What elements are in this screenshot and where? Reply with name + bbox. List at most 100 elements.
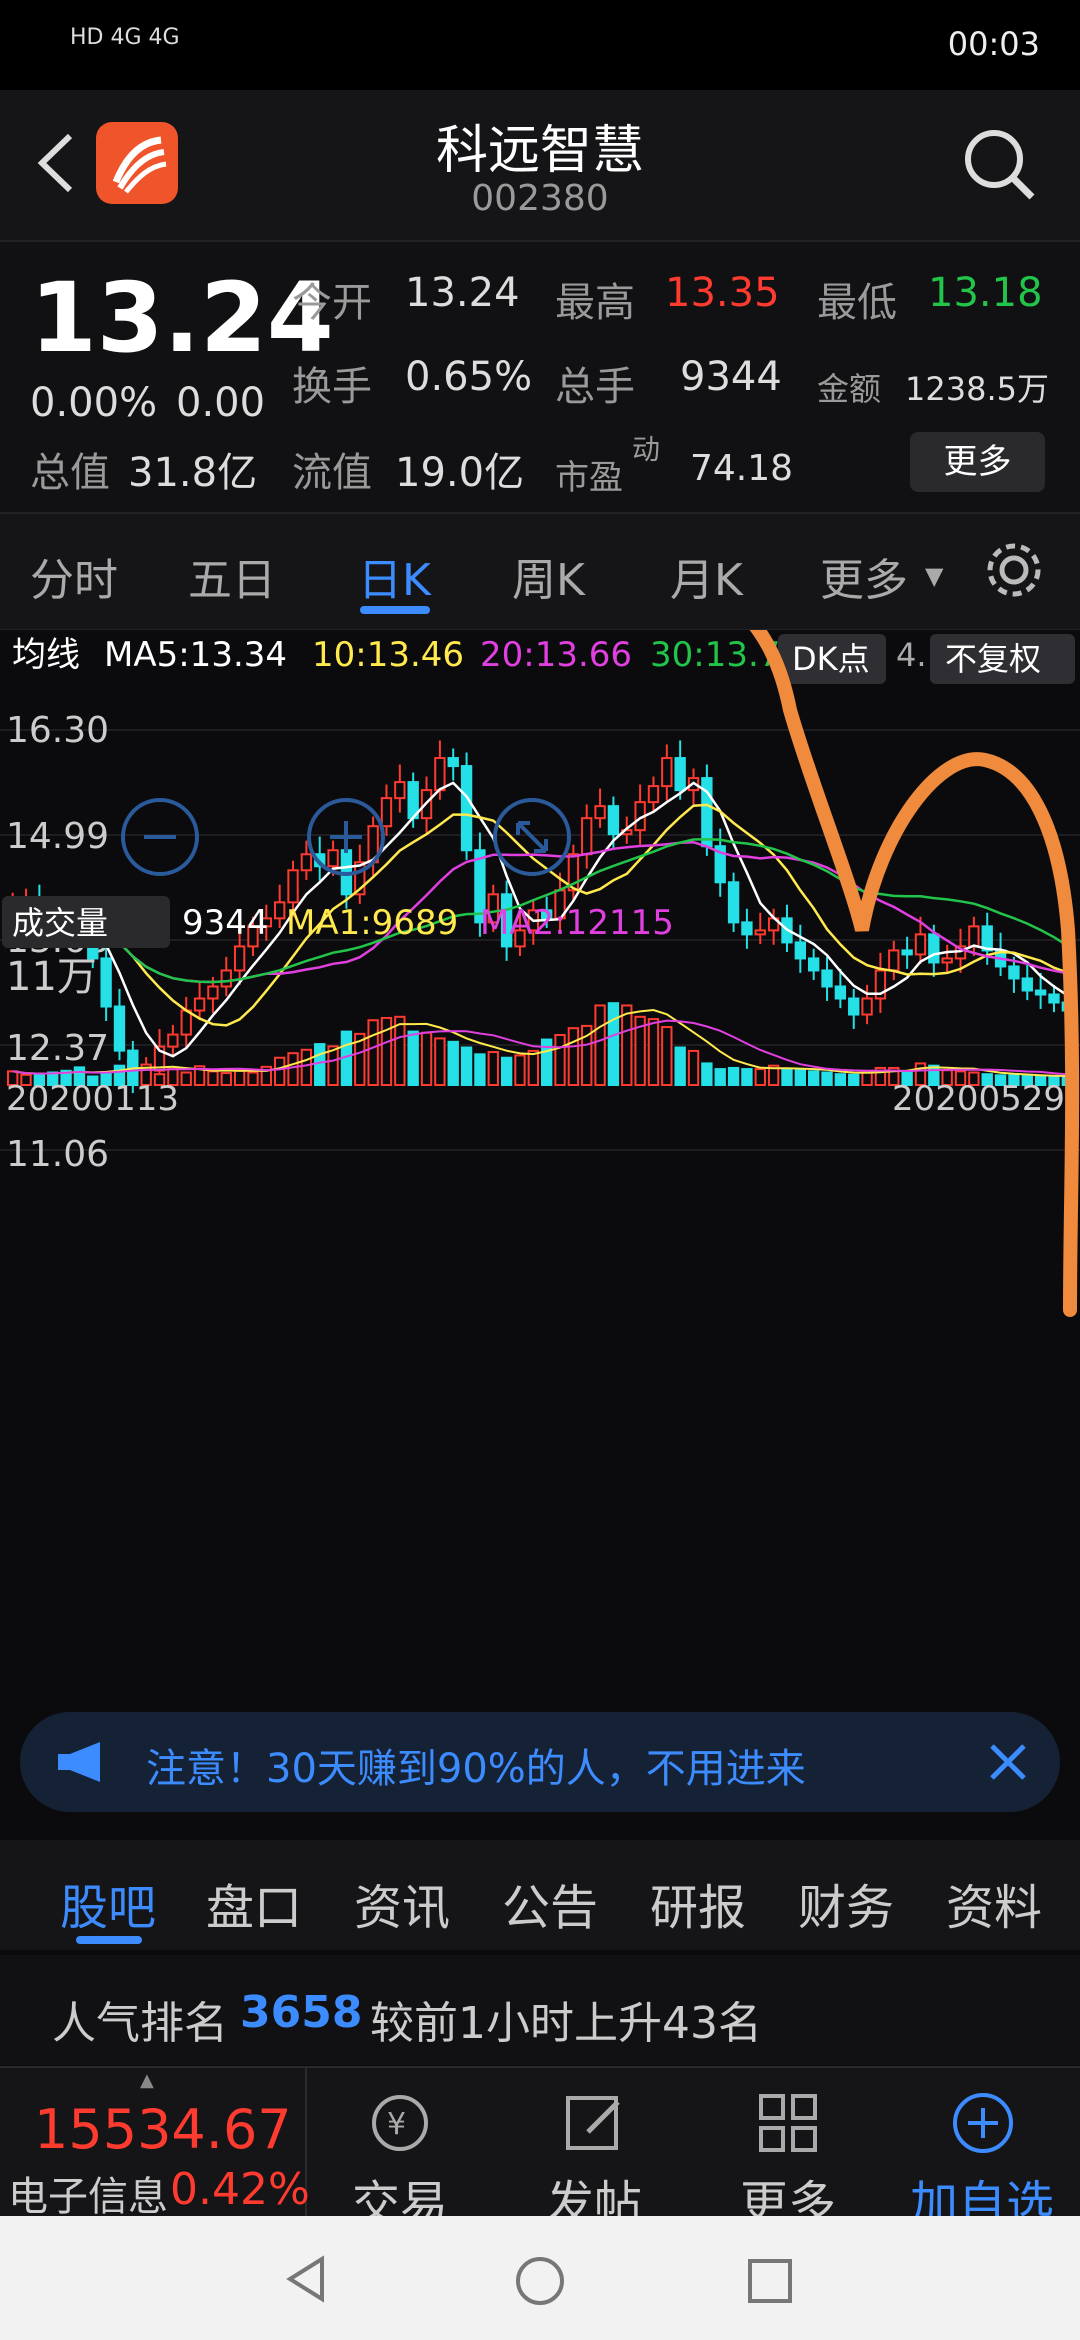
search-icon[interactable] <box>960 125 1040 205</box>
volume-bar <box>474 1053 486 1086</box>
candle-body <box>754 929 766 936</box>
volume-bar <box>741 1068 753 1087</box>
tab-research[interactable]: 研报 <box>650 1868 746 1938</box>
tab-daily-k[interactable]: 日K <box>358 544 431 608</box>
tab-intraday[interactable]: 分时 <box>30 544 118 608</box>
period-tabs: 分时 五日 日K 周K 月K 更多 ▼ <box>0 512 1080 631</box>
volume-selector[interactable]: 成交量 <box>12 904 108 942</box>
kline-chart-area[interactable]: 均线 MA5:13.34 10:13.46 20:13.66 30:13.7 D… <box>0 543 1080 1690</box>
nav-back-icon[interactable] <box>282 2254 332 2304</box>
volume-bar <box>487 1051 499 1086</box>
volume-bar <box>447 1040 459 1086</box>
chevron-down-icon: ▼ <box>925 562 944 590</box>
candle-body <box>113 1005 126 1052</box>
candle-body <box>447 757 459 768</box>
tab-five-day[interactable]: 五日 <box>188 544 276 608</box>
volume-bar <box>500 1056 513 1086</box>
index-widget[interactable]: ▲ 15534.67 电子信息 0.42% <box>0 2068 310 2220</box>
volume-value: 9344 <box>680 354 782 400</box>
svg-text:¥: ¥ <box>387 2107 406 2142</box>
notice-text: 注意！30天赚到90%的人，不用进来 <box>146 1746 806 1792</box>
volume-label: 总手 <box>555 364 635 410</box>
index-pct: 0.42% <box>170 2164 310 2215</box>
stock-name: 科远智慧 <box>435 121 644 181</box>
change-pct: 0.00% <box>30 380 158 426</box>
tab-monthly-k[interactable]: 月K <box>670 544 743 608</box>
volume-ma2: MA2:12115 <box>480 903 674 943</box>
candle-body <box>380 797 393 828</box>
tab-profile[interactable]: 资料 <box>946 1868 1042 1938</box>
volume-bar <box>207 1070 219 1087</box>
notice-banner[interactable]: 注意！30天赚到90%的人，不用进来 <box>20 1712 1060 1812</box>
kline-chart[interactable]: 均线 MA5:13.34 10:13.46 20:13.66 30:13.7 D… <box>0 543 1080 1690</box>
nav-home-icon[interactable] <box>513 2254 567 2308</box>
candle-body <box>928 933 940 964</box>
zoom-out-button[interactable] <box>121 798 199 876</box>
feature-tabs: 股吧 盘口 资讯 公告 研报 财务 资料 <box>0 1840 1080 1950</box>
close-icon[interactable] <box>980 1734 1036 1790</box>
more-quote-button[interactable]: 更多 <box>910 432 1045 492</box>
price-tick-5: 11.06 <box>6 1134 109 1175</box>
volume-bar <box>781 1068 793 1087</box>
candle-body <box>647 785 660 804</box>
nav-recents-icon[interactable] <box>745 2256 795 2306</box>
volume-bar <box>527 1049 539 1086</box>
candle-body <box>674 757 686 792</box>
pe-superscript: 动 <box>632 433 661 466</box>
date-start: 20200113 <box>6 1079 179 1119</box>
tab-weekly-k[interactable]: 周K <box>512 544 585 608</box>
candle-body <box>834 985 847 1000</box>
tab-finance[interactable]: 财务 <box>798 1868 894 1938</box>
candle-body <box>460 765 473 852</box>
candle-body <box>661 757 673 788</box>
rank-change: 较前1小时上升43名 <box>370 1998 762 2049</box>
trade-icon[interactable]: ¥ <box>365 2088 435 2158</box>
high-value: 13.35 <box>665 270 780 316</box>
tab-forum[interactable]: 股吧 <box>60 1868 156 1938</box>
dk-point-button[interactable]: DK点 <box>792 640 870 678</box>
volume-bar <box>567 1027 580 1087</box>
quote-panel: 13.24 0.00% 0.00 总值 31.8亿 今开 13.24 最高 13… <box>0 240 1080 514</box>
low-value: 13.18 <box>928 270 1043 316</box>
candle-body <box>808 957 820 972</box>
ma5-value: MA5:13.34 <box>104 635 287 675</box>
candle-body <box>914 933 927 956</box>
stock-code: 002380 <box>471 178 609 219</box>
tab-more[interactable]: 更多 <box>820 544 908 608</box>
volume-bar <box>687 1049 700 1086</box>
price-tick-4: 12.37 <box>6 1028 109 1069</box>
tab-news[interactable]: 资讯 <box>354 1868 450 1938</box>
mcap-label: 总值 <box>30 450 110 496</box>
tab-order-book[interactable]: 盘口 <box>206 1868 302 1938</box>
add-circle-icon[interactable] <box>948 2088 1018 2158</box>
candle-body <box>968 925 980 948</box>
ma10-value: 10:13.46 <box>312 635 464 675</box>
candle-body <box>1034 989 1047 996</box>
popularity-rank[interactable]: 人气排名 3658 较前1小时上升43名 <box>0 1955 1080 2065</box>
float-label: 流值 <box>292 450 372 496</box>
price-tick-1: 16.30 <box>6 710 109 751</box>
stock-header: 科远智慧 002380 <box>0 90 1080 240</box>
fullscreen-button[interactable] <box>493 798 571 876</box>
price-tick-2: 14.99 <box>6 816 109 857</box>
volume-bar <box>180 1071 192 1086</box>
gear-icon[interactable] <box>982 538 1046 602</box>
candle-body <box>581 817 593 856</box>
volume-bar <box>514 1054 526 1087</box>
volume-bar <box>420 1031 433 1086</box>
network-indicators: HD 4G 4G <box>70 25 180 50</box>
clock: 00:03 <box>947 25 1040 63</box>
edit-post-icon[interactable] <box>560 2088 630 2158</box>
low-label: 最低 <box>817 280 897 326</box>
tab-announcements[interactable]: 公告 <box>502 1868 598 1938</box>
volume-bar <box>848 1073 860 1087</box>
candle-body <box>274 901 286 920</box>
candle-body <box>327 849 339 868</box>
date-end: 20200529 <box>892 1079 1065 1119</box>
grid-icon[interactable] <box>753 2088 823 2158</box>
candle-body <box>861 997 873 1016</box>
volume-bar <box>367 1019 379 1086</box>
candle-body <box>1021 977 1033 992</box>
volume-bar <box>407 1030 419 1087</box>
adjust-button[interactable]: 不复权 <box>945 640 1041 678</box>
